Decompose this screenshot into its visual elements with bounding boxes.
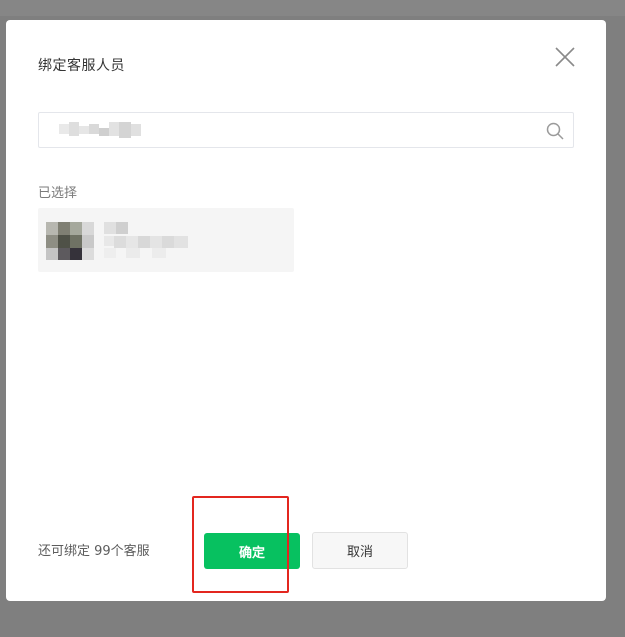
avatar [46, 222, 94, 260]
cancel-button[interactable]: 取消 [312, 532, 408, 569]
remaining-quota-note: 还可绑定 99个客服 [38, 544, 150, 559]
close-icon [555, 47, 575, 67]
search-icon [546, 122, 564, 140]
backdrop-topbar [0, 0, 625, 16]
dialog-title: 绑定客服人员 [38, 58, 125, 74]
search-box [38, 112, 574, 148]
selected-label: 已选择 [38, 186, 78, 201]
member-name-redacted [104, 222, 190, 258]
search-button[interactable] [545, 121, 565, 141]
bind-service-dialog: 绑定客服人员 已选择 还可绑定 99个客服 确定 取消 [6, 20, 606, 601]
selected-member-card [38, 208, 294, 272]
close-button[interactable] [552, 44, 578, 70]
confirm-button[interactable]: 确定 [204, 533, 300, 569]
search-query-redacted [59, 118, 145, 140]
